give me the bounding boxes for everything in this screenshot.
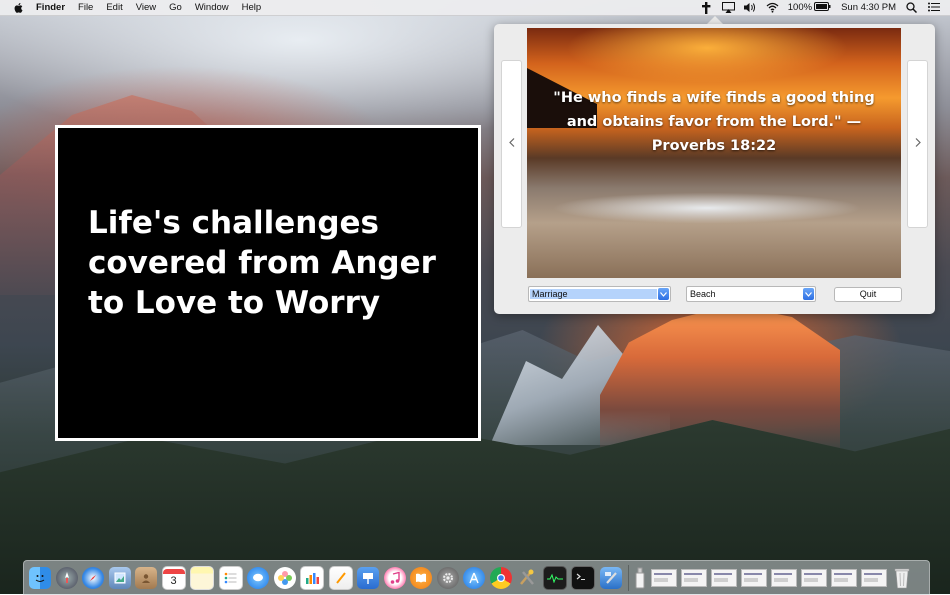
chevron-down-icon[interactable] xyxy=(658,288,669,300)
reminders-icon[interactable] xyxy=(218,566,243,590)
menu-edit[interactable]: Edit xyxy=(106,2,122,13)
safari-icon[interactable] xyxy=(82,567,104,589)
menu-view[interactable]: View xyxy=(136,2,156,13)
pages-icon[interactable] xyxy=(328,566,353,590)
chevron-down-icon[interactable] xyxy=(803,288,814,300)
menu-go[interactable]: Go xyxy=(169,2,182,13)
menu-extras: 100% Sun 4:30 PM xyxy=(700,0,950,15)
window-thumbnail-icon[interactable] xyxy=(861,569,887,587)
window-thumbnail-icon[interactable] xyxy=(681,569,707,587)
menu-file[interactable]: File xyxy=(78,2,93,13)
quit-button[interactable]: Quit xyxy=(834,287,902,302)
activity-monitor-icon[interactable] xyxy=(542,566,567,590)
menu-clock[interactable]: Sun 4:30 PM xyxy=(841,2,896,13)
cross-icon[interactable] xyxy=(700,2,712,14)
next-verse-button[interactable] xyxy=(907,60,928,228)
calendar-icon[interactable]: 3 xyxy=(161,566,186,590)
wifi-icon[interactable] xyxy=(766,2,779,13)
apple-menu-icon[interactable] xyxy=(13,2,23,14)
menu-window[interactable]: Window xyxy=(195,2,229,13)
window-thumbnail-icon[interactable] xyxy=(771,569,797,587)
notification-center-icon[interactable] xyxy=(928,2,940,13)
contacts-icon[interactable] xyxy=(135,567,157,589)
battery-status[interactable]: 100% xyxy=(787,1,831,14)
calendar-day: 3 xyxy=(170,574,177,587)
ibooks-icon[interactable] xyxy=(410,567,432,589)
topic-combobox[interactable]: Marriage xyxy=(528,286,671,302)
promo-headline: Life's challenges covered from Anger to … xyxy=(88,205,436,321)
messages-icon[interactable] xyxy=(247,567,269,589)
promo-card: Life's challenges covered from Anger to … xyxy=(55,125,481,441)
chevron-right-icon xyxy=(915,138,921,150)
menu-help[interactable]: Help xyxy=(242,2,262,13)
verse-popover: "He who finds a wife finds a good thing … xyxy=(494,24,935,314)
airplay-icon[interactable] xyxy=(721,2,735,13)
window-thumbnail-icon[interactable] xyxy=(831,569,857,587)
menu-bar: Finder File Edit View Go Window Help 100… xyxy=(0,0,950,16)
dock: 3 xyxy=(23,560,930,595)
battery-percent: 100% xyxy=(787,2,813,13)
chrome-icon[interactable] xyxy=(489,567,512,589)
topic-combobox-value[interactable]: Marriage xyxy=(530,289,657,299)
menu-app-finder[interactable]: Finder xyxy=(36,2,65,13)
window-thumbnail-icon[interactable] xyxy=(711,569,737,587)
launchpad-icon[interactable] xyxy=(55,567,78,589)
photo-wave xyxy=(527,178,901,238)
background-combobox[interactable]: Beach xyxy=(686,286,816,302)
system-preferences-icon[interactable] xyxy=(436,567,459,589)
terminal-icon[interactable] xyxy=(571,566,595,590)
background-combobox-value[interactable]: Beach xyxy=(687,289,803,299)
app-store-icon[interactable] xyxy=(463,567,485,589)
xcode-icon[interactable] xyxy=(599,567,622,589)
utility-tools-icon[interactable] xyxy=(516,567,538,589)
window-thumbnail-icon[interactable] xyxy=(801,569,827,587)
window-thumbnail-icon[interactable] xyxy=(651,569,677,587)
previous-verse-button[interactable] xyxy=(501,60,522,228)
keynote-icon[interactable] xyxy=(357,567,379,589)
photos-icon[interactable] xyxy=(273,567,296,589)
usb-drive-icon[interactable] xyxy=(633,567,647,589)
verse-image: "He who finds a wife finds a good thing … xyxy=(527,28,901,278)
preview-icon[interactable] xyxy=(108,567,131,589)
window-thumbnail-icon[interactable] xyxy=(741,569,767,587)
itunes-icon[interactable] xyxy=(383,567,406,589)
trash-icon[interactable] xyxy=(892,567,912,589)
chevron-left-icon xyxy=(508,138,515,150)
battery-icon xyxy=(814,1,831,14)
verse-quote: "He who finds a wife finds a good thing … xyxy=(553,90,875,154)
finder-icon[interactable] xyxy=(29,567,51,589)
notes-icon[interactable] xyxy=(190,566,214,590)
volume-icon[interactable] xyxy=(743,2,756,13)
spotlight-search-icon[interactable] xyxy=(906,2,918,14)
numbers-icon[interactable] xyxy=(300,566,324,590)
dock-separator xyxy=(627,565,629,591)
